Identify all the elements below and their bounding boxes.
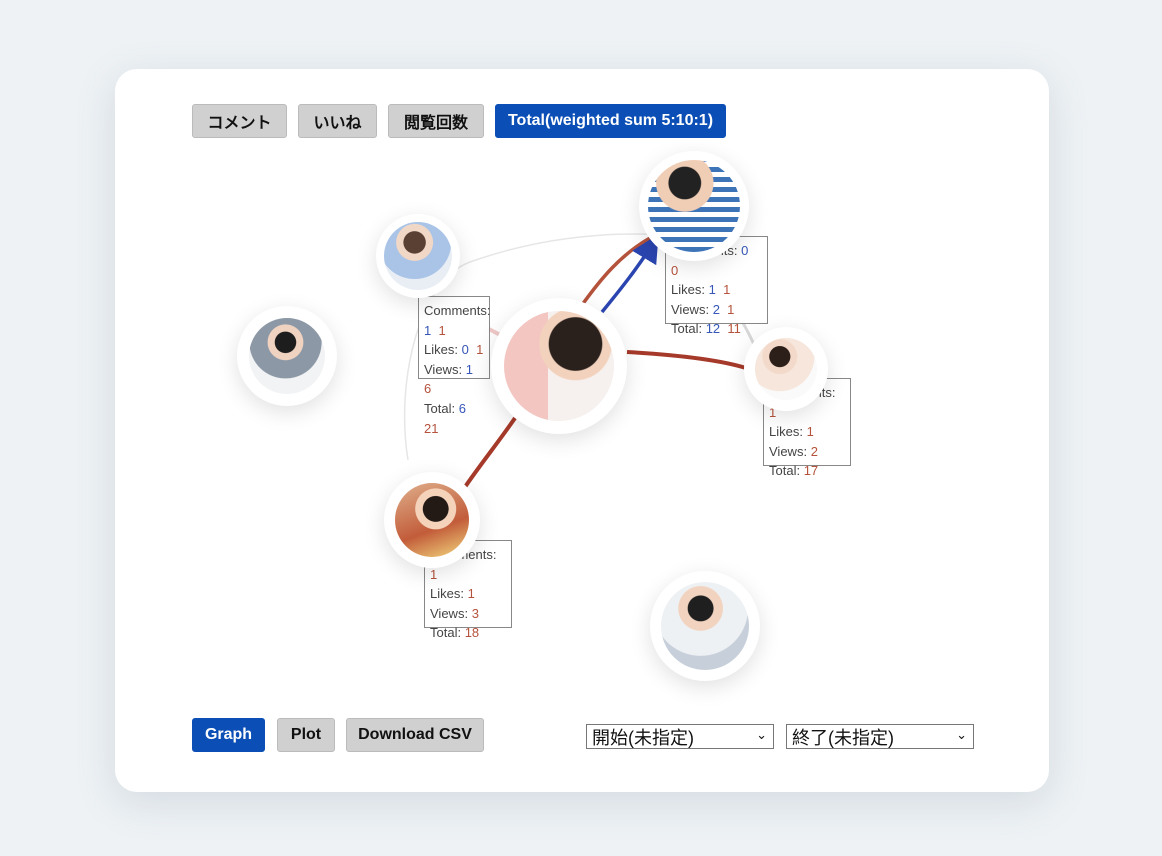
plot-view-button[interactable]: Plot xyxy=(277,718,335,752)
avatar xyxy=(755,338,817,400)
end-select-value: 終了(未指定) xyxy=(792,727,894,748)
node-girl-right[interactable] xyxy=(744,327,828,411)
node-boy-striped[interactable] xyxy=(639,151,749,261)
download-csv-button[interactable]: Download CSV xyxy=(346,718,484,752)
edge-center-to-girl-right xyxy=(626,350,747,370)
avatar xyxy=(249,318,325,394)
avatar xyxy=(648,160,740,252)
node-woman-laptop[interactable] xyxy=(376,214,460,298)
graph-view-button[interactable]: Graph xyxy=(192,718,265,752)
chevron-down-icon: ⌄ xyxy=(756,727,767,742)
avatar xyxy=(395,483,469,557)
node-boy-left[interactable] xyxy=(237,306,337,406)
avatar xyxy=(661,582,749,670)
node-boys-tablet[interactable] xyxy=(650,571,760,681)
start-select-value: 開始(未指定) xyxy=(592,727,694,748)
start-date-select[interactable]: 開始(未指定) ⌄ xyxy=(586,724,774,749)
avatar xyxy=(384,222,452,290)
node-girl-book[interactable] xyxy=(384,472,480,568)
avatar xyxy=(504,311,614,421)
info-box-woman-laptop: Comments: 1 1 Likes: 0 1 Views: 1 6 Tota… xyxy=(418,296,490,436)
node-girl-tablet-center[interactable] xyxy=(491,298,627,434)
end-date-select[interactable]: 終了(未指定) ⌄ xyxy=(786,724,974,749)
chevron-down-icon: ⌄ xyxy=(956,727,967,742)
